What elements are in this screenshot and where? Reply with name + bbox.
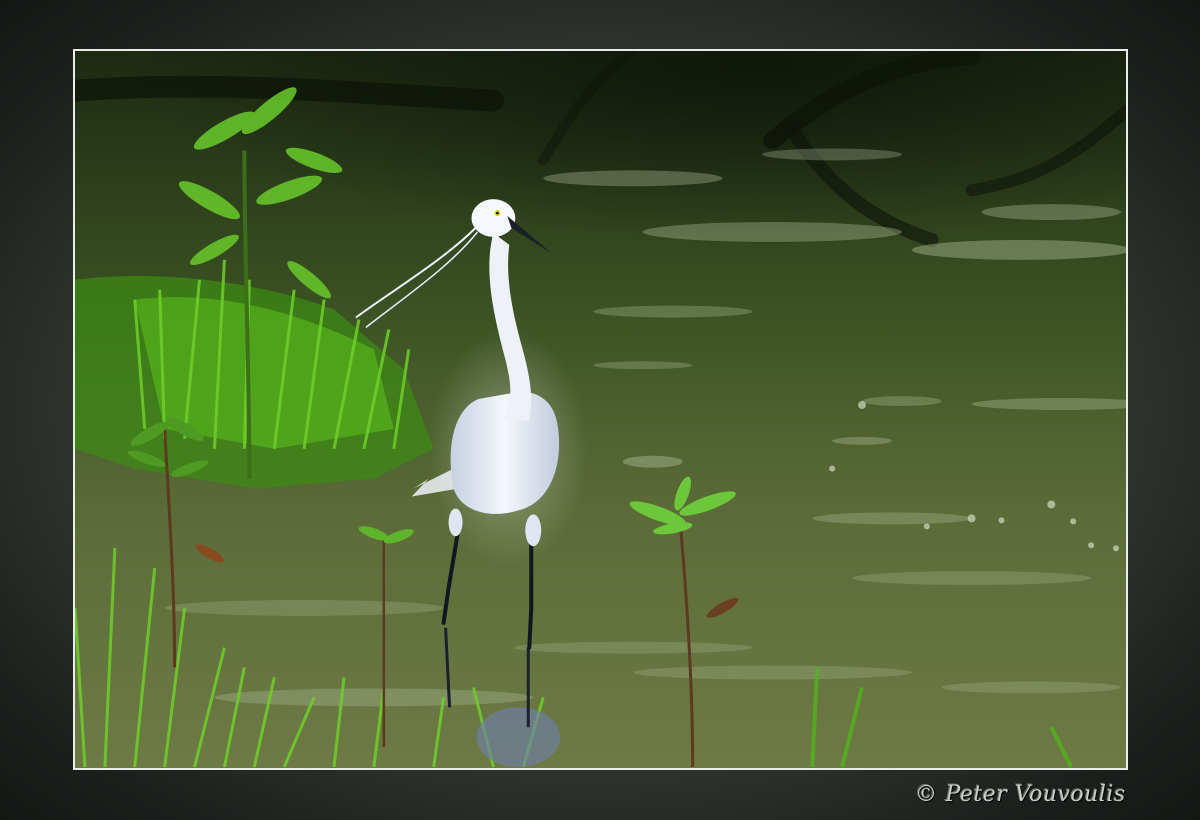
egret-icon <box>75 51 1126 768</box>
photographer-name: Peter Vouvoulis <box>945 782 1126 807</box>
copyright-symbol: © <box>915 782 938 807</box>
photographer-signature: © Peter Vouvoulis <box>915 780 1135 810</box>
photo-frame: © Peter Vouvoulis <box>0 0 1200 820</box>
egret-photograph <box>73 49 1128 770</box>
